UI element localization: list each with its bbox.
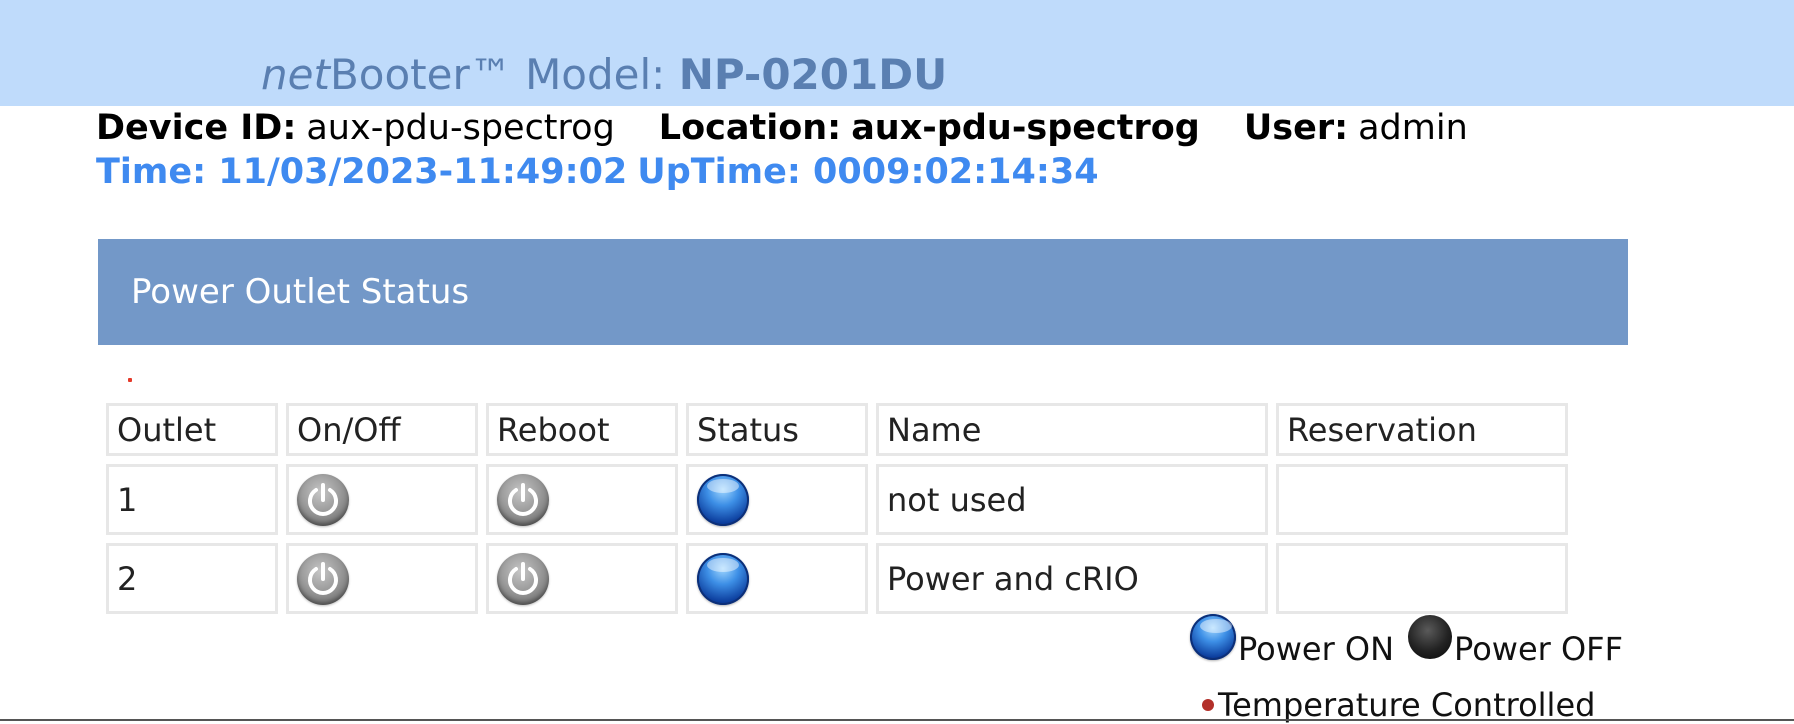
legend-on-label: Power ON: [1238, 630, 1395, 668]
brand-rest: Booter™ Model:: [329, 50, 679, 99]
reboot-cell: [486, 464, 678, 535]
device-info-line: Device ID: aux-pdu-spectrog Location: aux-p…: [96, 106, 1468, 150]
onoff-power-icon[interactable]: [297, 552, 349, 605]
reboot-power-icon[interactable]: [497, 473, 549, 526]
outlet-name: not used: [876, 464, 1268, 535]
outlet-reservation: [1276, 464, 1568, 535]
bottom-divider: [0, 719, 1794, 721]
status-on-icon: [697, 473, 749, 526]
uptime-text: UpTime: 0009:02:14:34: [637, 152, 1099, 192]
legend-off-icon: [1408, 615, 1453, 659]
user-value: admin: [1358, 108, 1468, 148]
panel-title: Power Outlet Status: [131, 272, 470, 312]
legend-off-label: Power OFF: [1454, 630, 1623, 668]
time-text: Time: 11/03/2023-11:49:02: [96, 152, 628, 192]
onoff-power-icon[interactable]: [297, 473, 349, 526]
outlet-number: 2: [106, 543, 278, 614]
status-legend: Power ON Power OFF: [1190, 614, 1623, 668]
temperature-dot-icon: [1202, 699, 1214, 711]
device-id-value: aux-pdu-spectrog: [306, 108, 615, 148]
red-dot-marker: [128, 378, 132, 382]
status-cell: [686, 464, 868, 535]
status-on-icon: [697, 552, 749, 605]
table-row: 2 Power and cRIO: [106, 543, 1568, 614]
header-outlet: Outlet: [106, 403, 278, 456]
reboot-cell: [486, 543, 678, 614]
reboot-power-icon[interactable]: [497, 552, 549, 605]
table-row: 1 not used: [106, 464, 1568, 535]
panel-header: Power Outlet Status: [98, 239, 1628, 345]
page-title: netBooter™ Model: NP-0201DU: [261, 48, 947, 102]
device-id-label: Device ID:: [96, 108, 297, 148]
status-cell: [686, 543, 868, 614]
table-header-row: Outlet On/Off Reboot Status Name Reserva…: [106, 403, 1568, 456]
legend-on-icon: [1190, 614, 1236, 660]
outlet-number: 1: [106, 464, 278, 535]
outlet-reservation: [1276, 543, 1568, 614]
onoff-cell: [286, 543, 478, 614]
header-name: Name: [876, 403, 1268, 456]
header-onoff: On/Off: [286, 403, 478, 456]
outlet-name: Power and cRIO: [876, 543, 1268, 614]
user-label: User:: [1243, 108, 1349, 148]
header-reboot: Reboot: [486, 403, 678, 456]
location-label: Location:: [658, 108, 842, 148]
time-info-line: Time: 11/03/2023-11:49:02 UpTime: 0009:02…: [96, 150, 1099, 194]
location-value: aux-pdu-spectrog: [851, 108, 1200, 148]
model-value: NP-0201DU: [678, 50, 948, 99]
onoff-cell: [286, 464, 478, 535]
header-reservation: Reservation: [1276, 403, 1568, 456]
header-status: Status: [686, 403, 868, 456]
brand-italic: net: [261, 50, 330, 99]
outlet-status-table: Outlet On/Off Reboot Status Name Reserva…: [98, 395, 1576, 622]
